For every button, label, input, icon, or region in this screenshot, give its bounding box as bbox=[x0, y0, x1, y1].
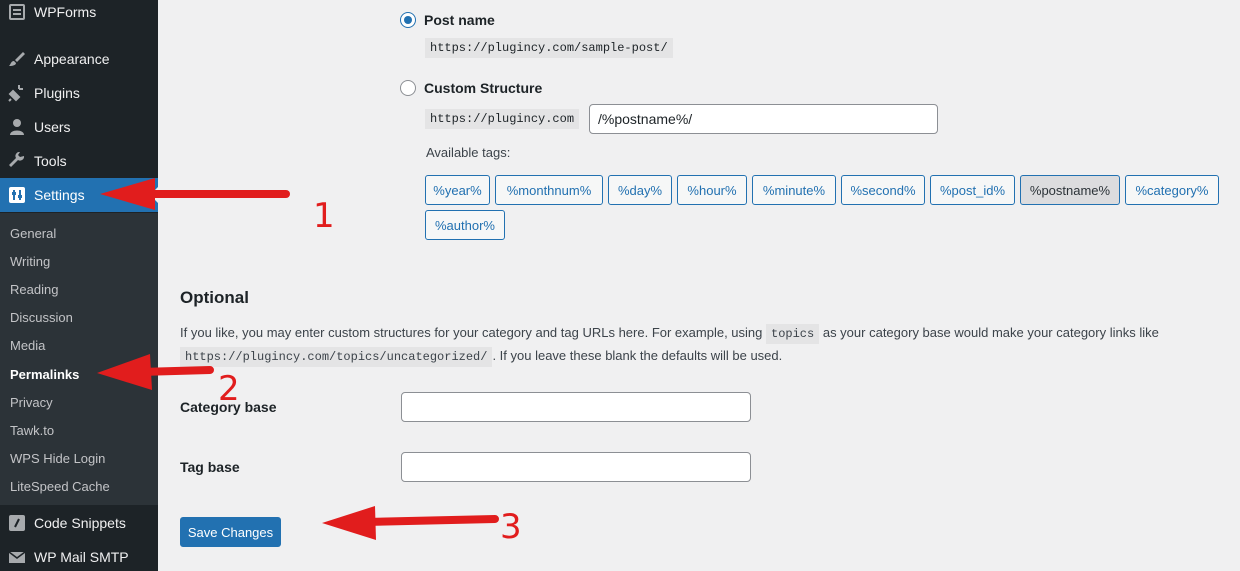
available-tags-label: Available tags: bbox=[426, 145, 511, 160]
submenu-writing[interactable]: Writing bbox=[10, 254, 50, 269]
tag-postname-button[interactable]: %postname% bbox=[1020, 175, 1120, 205]
settings-submenu: General Writing Reading Discussion Media… bbox=[0, 213, 158, 505]
menu-item-appearance[interactable]: Appearance bbox=[0, 42, 158, 76]
menu-label: Settings bbox=[34, 187, 85, 203]
custom-structure-radio[interactable] bbox=[400, 80, 416, 96]
save-changes-button[interactable]: Save Changes bbox=[180, 517, 281, 547]
menu-label: Plugins bbox=[34, 85, 80, 101]
tag-minute-button[interactable]: %minute% bbox=[752, 175, 836, 205]
custom-structure-input[interactable]: /%postname%/ bbox=[589, 104, 938, 134]
submenu-general[interactable]: General bbox=[10, 226, 56, 241]
menu-item-wp-mail-smtp[interactable]: WP Mail SMTP bbox=[0, 540, 158, 571]
wpforms-icon bbox=[7, 2, 27, 22]
submenu-permalinks[interactable]: Permalinks bbox=[10, 367, 79, 382]
submenu-reading[interactable]: Reading bbox=[10, 282, 58, 297]
admin-sidebar: WPForms Appearance Plugins Users Tools S… bbox=[0, 0, 158, 571]
tag-post-id-button[interactable]: %post_id% bbox=[930, 175, 1015, 205]
tag-year-button[interactable]: %year% bbox=[425, 175, 490, 205]
menu-label: WPForms bbox=[34, 4, 97, 20]
tag-second-button[interactable]: %second% bbox=[841, 175, 925, 205]
annotation-arrows bbox=[97, 178, 499, 540]
settings-icon bbox=[7, 185, 27, 205]
custom-structure-label: Custom Structure bbox=[424, 80, 543, 96]
submenu-media[interactable]: Media bbox=[10, 338, 45, 353]
post-name-radio[interactable] bbox=[400, 12, 416, 28]
menu-label: WP Mail SMTP bbox=[34, 549, 129, 565]
tag-category-button[interactable]: %category% bbox=[1125, 175, 1219, 205]
user-icon bbox=[7, 117, 27, 137]
optional-description: If you like, you may enter custom struct… bbox=[180, 322, 1220, 368]
post-name-example: https://plugincy.com/sample-post/ bbox=[425, 38, 673, 58]
menu-item-plugins[interactable]: Plugins bbox=[0, 76, 158, 110]
submenu-tawkto[interactable]: Tawk.to bbox=[10, 423, 54, 438]
annotation-number-3: 3 bbox=[500, 507, 522, 547]
category-base-input[interactable] bbox=[401, 392, 751, 422]
menu-item-wpforms[interactable]: WPForms bbox=[0, 0, 158, 29]
desc-text-1: If you like, you may enter custom struct… bbox=[180, 325, 763, 340]
wrench-icon bbox=[7, 151, 27, 171]
annotation-number-2: 2 bbox=[218, 369, 240, 409]
submenu-discussion[interactable]: Discussion bbox=[10, 310, 73, 325]
optional-heading: Optional bbox=[180, 288, 249, 307]
annotation-number-1: 1 bbox=[313, 196, 335, 236]
plugin-icon bbox=[7, 83, 27, 103]
menu-item-tools[interactable]: Tools bbox=[0, 144, 158, 178]
desc-code-topics: topics bbox=[766, 324, 820, 344]
menu-label: Tools bbox=[34, 153, 67, 169]
submenu-wps-hide-login[interactable]: WPS Hide Login bbox=[10, 451, 105, 466]
tag-hour-button[interactable]: %hour% bbox=[677, 175, 747, 205]
custom-structure-prefix: https://plugincy.com bbox=[425, 109, 580, 129]
paintbrush-icon bbox=[7, 49, 27, 69]
tag-author-button[interactable]: %author% bbox=[425, 210, 505, 240]
menu-label: Code Snippets bbox=[34, 515, 126, 531]
tag-base-label: Tag base bbox=[180, 459, 240, 475]
menu-item-settings[interactable]: Settings bbox=[0, 178, 158, 212]
mail-icon bbox=[7, 547, 27, 567]
code-snippets-icon bbox=[7, 513, 27, 533]
submenu-litespeed-cache[interactable]: LiteSpeed Cache bbox=[10, 479, 110, 494]
tag-day-button[interactable]: %day% bbox=[608, 175, 672, 205]
menu-label: Users bbox=[34, 119, 71, 135]
menu-item-users[interactable]: Users bbox=[0, 110, 158, 144]
desc-text-2: as your category base would make your ca… bbox=[822, 325, 1159, 340]
post-name-label: Post name bbox=[424, 12, 495, 28]
desc-text-3: . If you leave these blank the defaults … bbox=[492, 348, 783, 363]
arrow-3 bbox=[322, 506, 499, 540]
menu-label: Appearance bbox=[34, 51, 110, 67]
submenu-privacy[interactable]: Privacy bbox=[10, 395, 53, 410]
tag-base-input[interactable] bbox=[401, 452, 751, 482]
desc-code-url: https://plugincy.com/topics/uncategorize… bbox=[180, 347, 493, 367]
tag-monthnum-button[interactable]: %monthnum% bbox=[495, 175, 603, 205]
menu-item-code-snippets[interactable]: Code Snippets bbox=[0, 506, 158, 540]
